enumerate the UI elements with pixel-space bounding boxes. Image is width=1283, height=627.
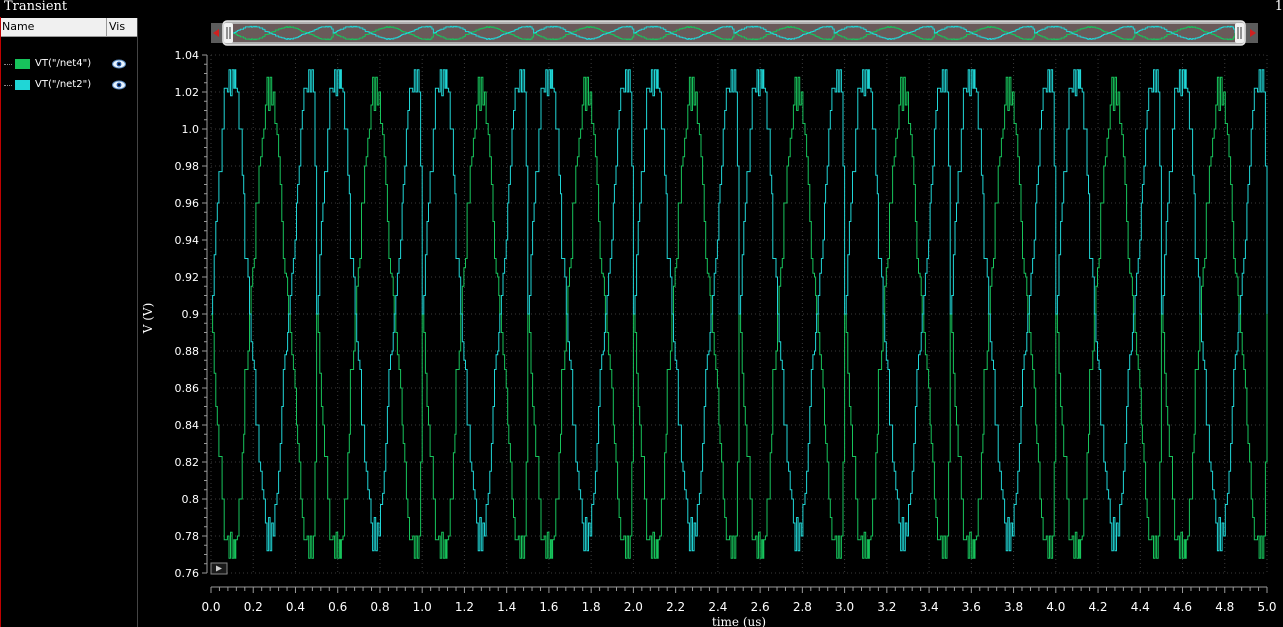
transient-chart: 0.76 0.78 0.8 0.82 0.84 0.86 0.88 0.9 0.92 0.94 0.… — [141, 49, 1277, 627]
x-tick-label: 4.6 — [1173, 600, 1192, 614]
x-tick-label: 5.0 — [1257, 600, 1276, 614]
y-tick-label: 0.9 — [182, 308, 200, 321]
x-tick-label: 1.0 — [413, 600, 432, 614]
x-tick-label: 1.8 — [582, 600, 601, 614]
y-tick-label: 0.96 — [175, 197, 200, 210]
x-tick-label: 2.4 — [708, 600, 727, 614]
y-tick-label: 0.82 — [175, 456, 200, 469]
x-tick-label: 4.0 — [1046, 600, 1065, 614]
x-tick-label: 3.8 — [1004, 600, 1023, 614]
y-tick-label: 0.92 — [175, 271, 200, 284]
x-tick-label: 3.6 — [962, 600, 981, 614]
y-tick-label: 0.84 — [175, 419, 200, 432]
x-tick-label: 2.0 — [624, 600, 643, 614]
y-axis-label: V (V) — [141, 303, 155, 335]
y-tick-label: 1.02 — [175, 86, 200, 99]
x-tick-label: 3.4 — [920, 600, 939, 614]
y-tick-label: 1.0 — [182, 123, 200, 136]
x-tick-label: 0.8 — [370, 600, 389, 614]
x-tick-label: 1.4 — [497, 600, 516, 614]
y-tick-label: 0.76 — [175, 567, 200, 580]
x-tick-label: 4.4 — [1131, 600, 1150, 614]
x-tick-label: 4.2 — [1088, 600, 1107, 614]
trace-net2 — [211, 69, 1268, 552]
x-axis-label: time (us) — [712, 615, 766, 627]
trace-net4 — [211, 76, 1268, 559]
y-tick-label: 0.88 — [175, 345, 200, 358]
x-tick-label: 0.0 — [201, 600, 220, 614]
x-tick-label: 0.6 — [328, 600, 347, 614]
play-button[interactable] — [210, 562, 228, 575]
y-tick-label: 0.8 — [182, 493, 200, 506]
y-tick-label: 0.98 — [175, 160, 200, 173]
x-tick-label: 1.6 — [539, 600, 558, 614]
x-tick-label: 2.8 — [793, 600, 812, 614]
traces — [211, 69, 1268, 559]
x-tick-label: 0.4 — [286, 600, 305, 614]
x-tick-label: 3.2 — [877, 600, 896, 614]
y-tick-label: 0.94 — [175, 234, 200, 247]
y-tick-label: 0.78 — [175, 530, 200, 543]
x-tick-label: 0.2 — [244, 600, 263, 614]
axes: 0.76 0.78 0.8 0.82 0.84 0.86 0.88 0.9 0.92 0.94 0.… — [175, 49, 1277, 614]
x-tick-label: 2.2 — [666, 600, 685, 614]
y-tick-label: 0.86 — [175, 382, 200, 395]
x-tick-label: 3.0 — [835, 600, 854, 614]
x-tick-label: 1.2 — [455, 600, 474, 614]
x-tick-label: 4.8 — [1215, 600, 1234, 614]
y-tick-label: 1.04 — [175, 49, 200, 62]
x-tick-label: 2.6 — [751, 600, 770, 614]
